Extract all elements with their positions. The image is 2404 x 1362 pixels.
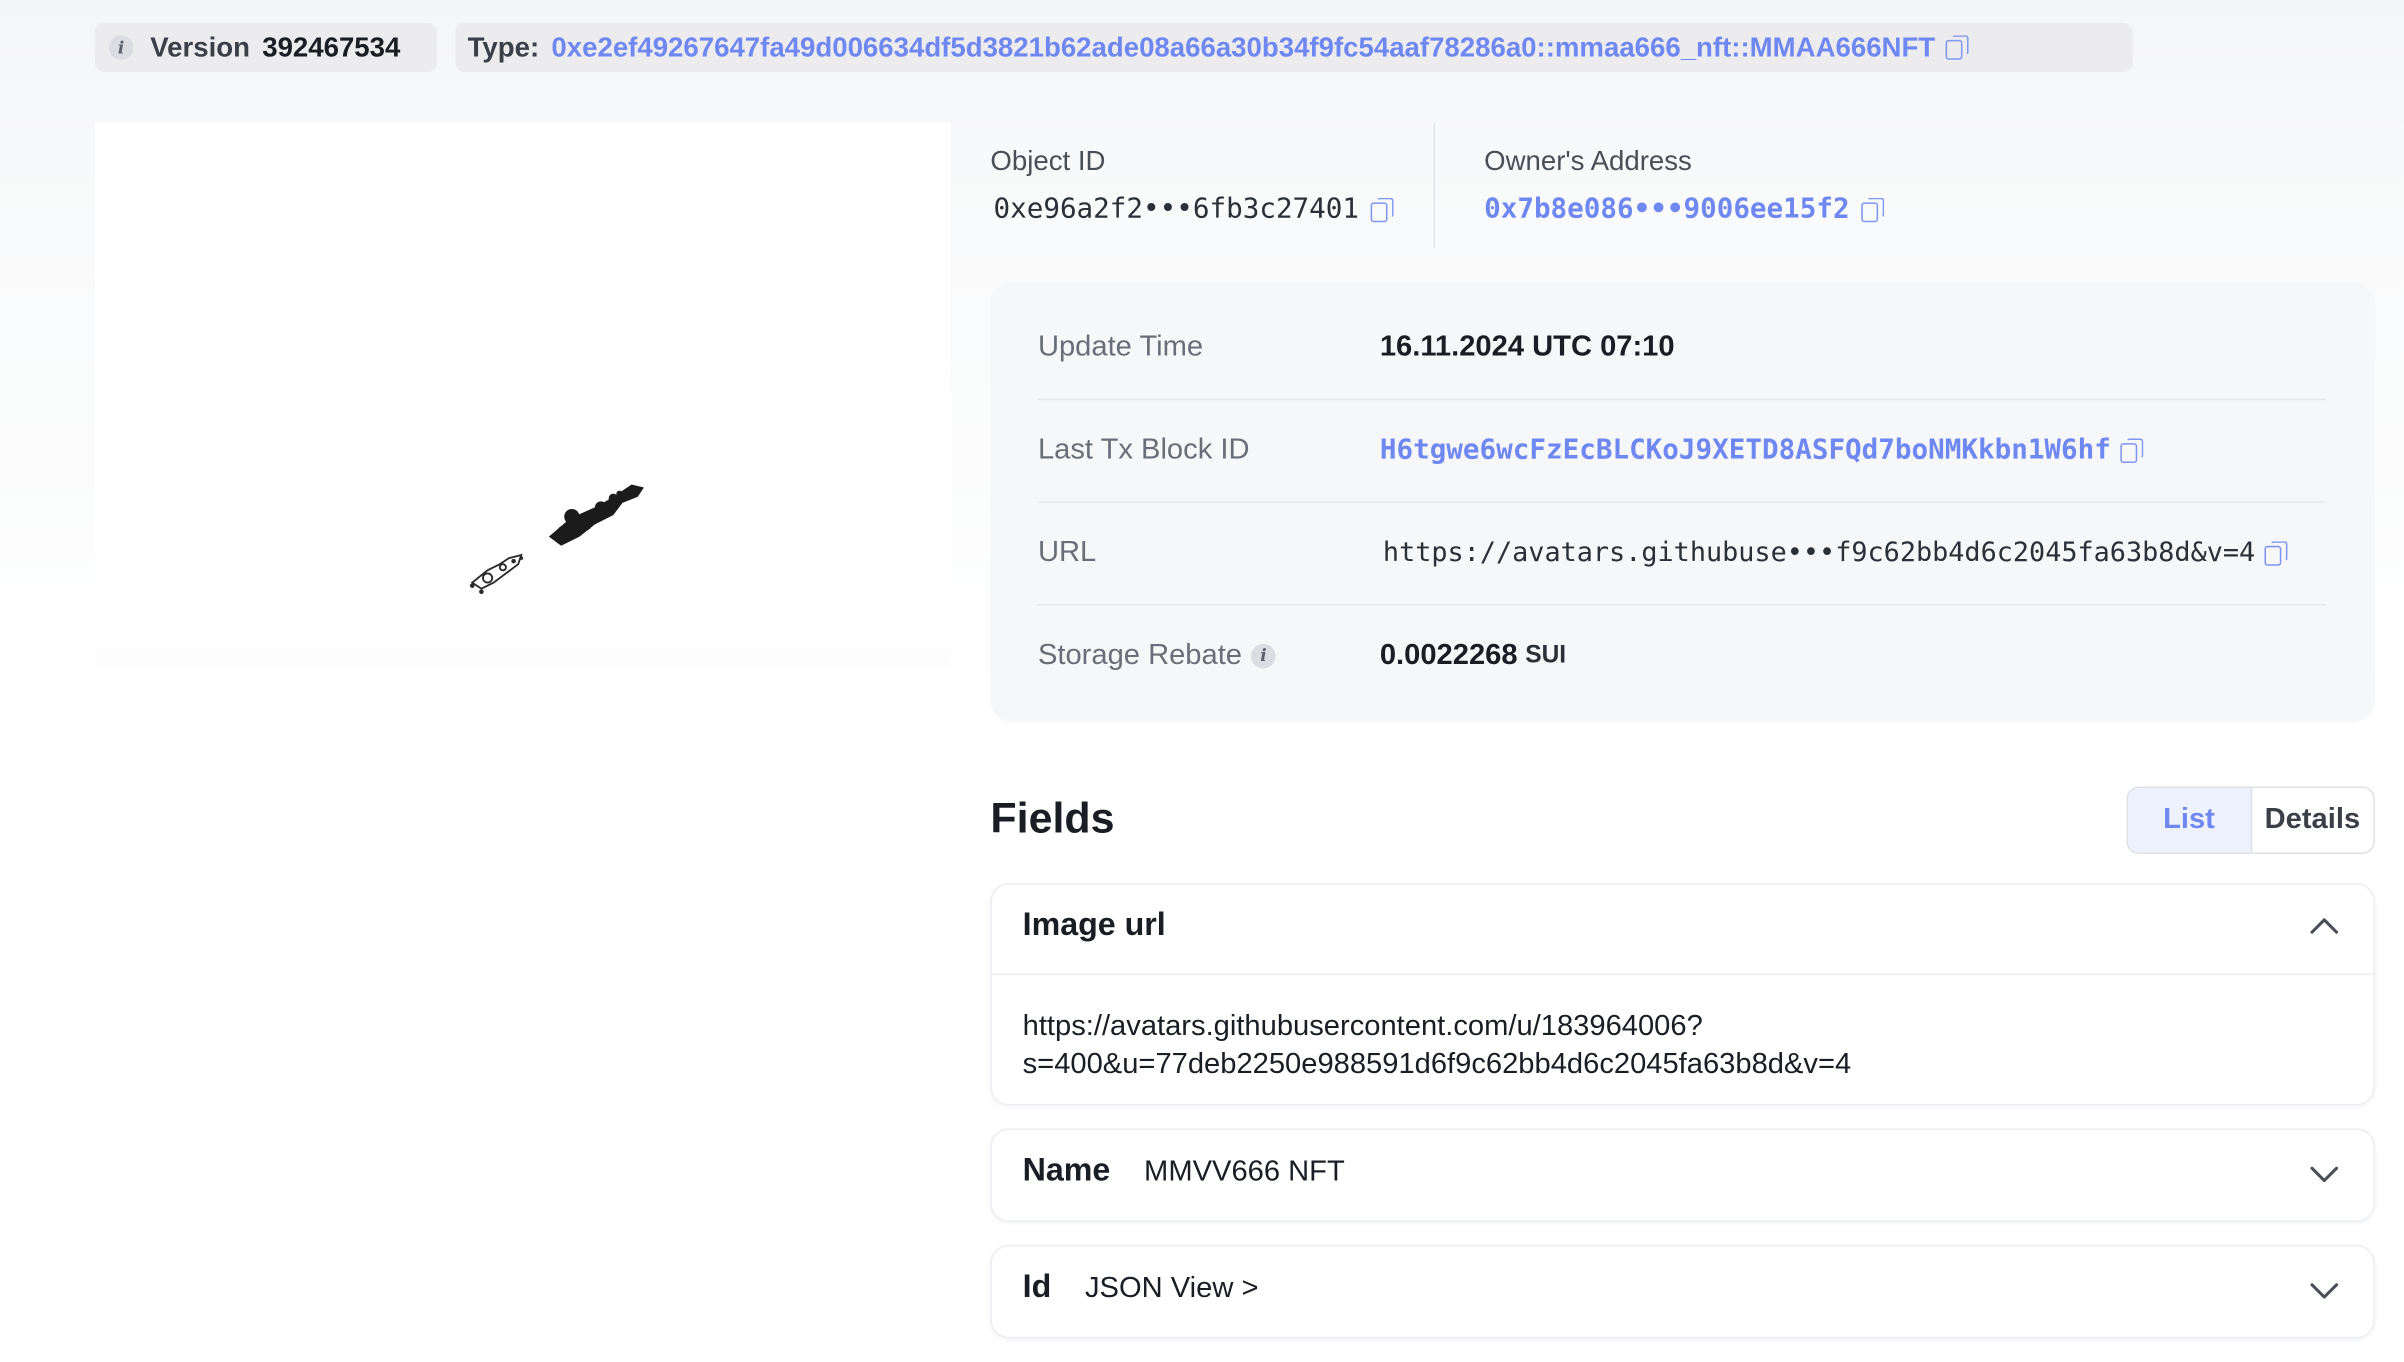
field-header: Name MMVV666 NFT — [1023, 1153, 1345, 1190]
json-view-link[interactable]: JSON View > — [1085, 1273, 1259, 1307]
last-tx-value: H6tgwe6wcFzEcBLCKoJ9XETD8ASFQd7boNMKkbn1… — [1380, 434, 2144, 466]
field-name: Id — [1022, 1269, 1052, 1305]
version-chip: i Version 392467534 — [95, 22, 437, 73]
copy-icon[interactable] — [2264, 540, 2288, 565]
chevron-down-icon[interactable] — [2309, 1165, 2340, 1183]
image-url-line: s=400&u=77deb2250e988591d6f9c62bb4d6c204… — [1022, 1048, 1852, 1081]
field-id-row[interactable]: Id JSON View > — [990, 1244, 2375, 1339]
chevron-up-icon[interactable] — [2309, 917, 2340, 935]
image-url-line: https://avatars.githubusercontent.com/u/… — [1022, 1010, 1703, 1043]
field-divider — [991, 973, 2374, 976]
list-view-button[interactable]: List — [2128, 788, 2252, 853]
type-chip: Type: 0xe2ef49267647fa49d006634df5d3821b… — [455, 22, 2133, 73]
nft-image[interactable] — [95, 122, 951, 667]
info-icon[interactable]: i — [1251, 643, 1276, 668]
field-name: Name — [1022, 1152, 1111, 1189]
storage-rebate-label: Storage Rebate — [1037, 638, 1243, 671]
storage-rebate-value: 0.0022268 SUI — [1380, 639, 1566, 673]
update-time-value: 16.11.2024 UTC 07:10 — [1379, 330, 1675, 363]
nft-artwork — [469, 484, 644, 595]
details-card: Update Time 16.11.2024 UTC 07:10 Last Tx… — [990, 282, 2375, 723]
detail-row-update-time: Update Time 16.11.2024 UTC 07:10 — [1038, 296, 2326, 399]
field-value: MMVV666 NFT — [1144, 1156, 1345, 1189]
details-view-button[interactable]: Details — [2251, 788, 2373, 852]
image-url-value[interactable]: https://avatars.githubusercontent.com/u/… — [1023, 1007, 1852, 1084]
detail-row-url: URL https://avatars.githubuse•••f9c62bb4… — [1038, 501, 2326, 604]
rebate-amount: 0.0022268 — [1379, 638, 1518, 671]
detail-row-storage-rebate: Storage Rebate i 0.0022268 SUI — [1038, 604, 2326, 707]
url-value: https://avatars.githubuse•••f9c62bb4d6c2… — [1383, 537, 2288, 568]
object-id-text[interactable]: 0xe96a2f2•••6fb3c27401 — [993, 193, 1359, 225]
url-text[interactable]: https://avatars.githubuse•••f9c62bb4d6c2… — [1383, 537, 2255, 568]
type-label: Type: — [467, 31, 540, 63]
detail-label: Storage Rebate i — [1038, 639, 1276, 673]
type-link[interactable]: 0xe2ef49267647fa49d006634df5d3821b62ade0… — [551, 31, 1935, 63]
owner-value: 0x7b8e086•••9006ee15f2 — [1484, 193, 1885, 225]
detail-row-last-tx: Last Tx Block ID H6tgwe6wcFzEcBLCKoJ9XET… — [1038, 399, 2326, 502]
last-tx-link[interactable]: H6tgwe6wcFzEcBLCKoJ9XETD8ASFQd7boNMKkbn1… — [1380, 434, 2111, 466]
detail-label: Update Time — [1037, 330, 1204, 363]
object-id-value: 0xe96a2f2•••6fb3c27401 — [993, 193, 1395, 225]
field-image-url: Image url https://avatars.githubusercont… — [990, 883, 2375, 1106]
object-id-label: Object ID — [990, 145, 1106, 177]
fields-title: Fields — [990, 794, 1115, 842]
rebate-unit: SUI — [1525, 641, 1567, 668]
copy-icon[interactable] — [1371, 197, 1395, 222]
copy-icon[interactable] — [1945, 35, 1969, 60]
owner-address-link[interactable]: 0x7b8e086•••9006ee15f2 — [1484, 193, 1850, 225]
detail-label: URL — [1037, 535, 1097, 569]
field-name-row[interactable]: Name MMVV666 NFT — [990, 1128, 2375, 1222]
chevron-down-icon[interactable] — [2309, 1282, 2340, 1300]
owner-label: Owner's Address — [1484, 145, 1692, 177]
field-header: Id JSON View > — [1023, 1269, 1259, 1306]
copy-icon[interactable] — [1861, 197, 1885, 222]
version-value: 392467534 — [262, 31, 401, 63]
field-name: Image url — [1022, 907, 1166, 943]
divider — [1433, 122, 1436, 249]
version-label: Version — [150, 31, 250, 63]
info-icon[interactable]: i — [108, 35, 134, 60]
copy-icon[interactable] — [2120, 437, 2144, 463]
view-toggle: List Details — [2126, 786, 2375, 854]
field-header[interactable]: Image url — [1023, 908, 1166, 945]
detail-label: Last Tx Block ID — [1037, 433, 1250, 466]
